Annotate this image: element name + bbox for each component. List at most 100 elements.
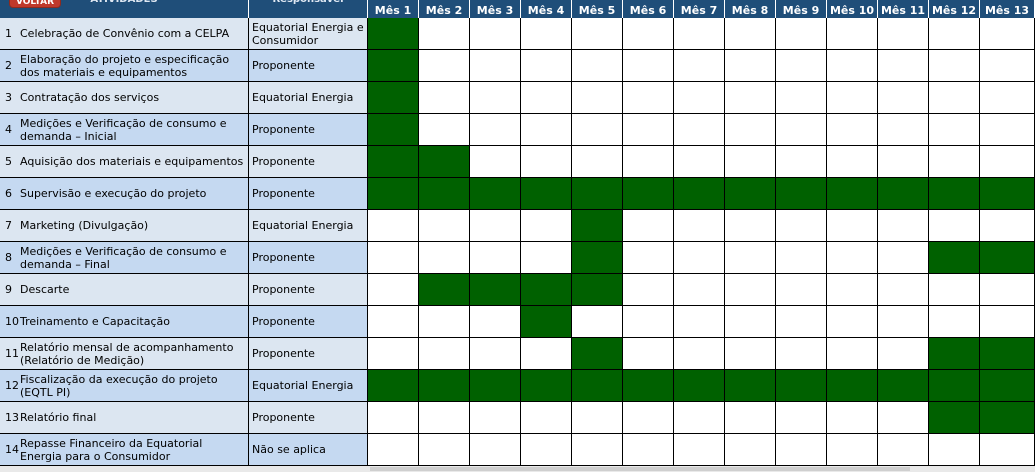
month-cell-empty[interactable] <box>776 18 827 50</box>
month-cell-empty[interactable] <box>572 306 623 338</box>
month-cell-filled[interactable] <box>368 178 419 210</box>
month-cell-empty[interactable] <box>623 242 674 274</box>
month-cell-empty[interactable] <box>980 434 1035 466</box>
month-cell-empty[interactable] <box>470 306 521 338</box>
month-cell-filled[interactable] <box>470 178 521 210</box>
month-cell-filled[interactable] <box>980 242 1035 274</box>
month-cell-empty[interactable] <box>521 402 572 434</box>
month-cell-empty[interactable] <box>521 18 572 50</box>
month-cell-empty[interactable] <box>419 114 470 146</box>
month-cell-empty[interactable] <box>674 434 725 466</box>
month-cell-filled[interactable] <box>521 178 572 210</box>
month-cell-empty[interactable] <box>725 114 776 146</box>
month-cell-empty[interactable] <box>623 114 674 146</box>
month-cell-empty[interactable] <box>623 50 674 82</box>
month-cell-empty[interactable] <box>572 434 623 466</box>
month-cell-filled[interactable] <box>878 370 929 402</box>
month-cell-empty[interactable] <box>827 274 878 306</box>
month-cell-empty[interactable] <box>929 274 980 306</box>
month-cell-empty[interactable] <box>929 114 980 146</box>
month-cell-empty[interactable] <box>623 82 674 114</box>
month-cell-empty[interactable] <box>929 306 980 338</box>
month-cell-empty[interactable] <box>674 82 725 114</box>
month-cell-empty[interactable] <box>878 50 929 82</box>
month-cell-empty[interactable] <box>419 242 470 274</box>
month-cell-empty[interactable] <box>776 434 827 466</box>
month-cell-filled[interactable] <box>776 370 827 402</box>
month-cell-empty[interactable] <box>674 402 725 434</box>
month-cell-empty[interactable] <box>827 338 878 370</box>
month-cell-empty[interactable] <box>470 338 521 370</box>
month-cell-filled[interactable] <box>827 370 878 402</box>
month-cell-empty[interactable] <box>776 146 827 178</box>
month-cell-filled[interactable] <box>470 274 521 306</box>
month-cell-empty[interactable] <box>878 434 929 466</box>
month-cell-empty[interactable] <box>470 50 521 82</box>
month-cell-empty[interactable] <box>572 146 623 178</box>
month-cell-empty[interactable] <box>419 434 470 466</box>
month-cell-empty[interactable] <box>572 114 623 146</box>
month-cell-empty[interactable] <box>623 146 674 178</box>
month-cell-empty[interactable] <box>725 242 776 274</box>
month-cell-empty[interactable] <box>521 114 572 146</box>
month-cell-empty[interactable] <box>929 210 980 242</box>
month-cell-filled[interactable] <box>572 338 623 370</box>
month-cell-empty[interactable] <box>368 306 419 338</box>
month-cell-empty[interactable] <box>572 50 623 82</box>
month-cell-empty[interactable] <box>419 50 470 82</box>
month-cell-filled[interactable] <box>368 82 419 114</box>
month-cell-empty[interactable] <box>776 82 827 114</box>
month-cell-empty[interactable] <box>929 82 980 114</box>
month-cell-empty[interactable] <box>521 146 572 178</box>
month-cell-empty[interactable] <box>827 114 878 146</box>
month-cell-empty[interactable] <box>776 242 827 274</box>
month-cell-empty[interactable] <box>929 146 980 178</box>
month-cell-empty[interactable] <box>623 18 674 50</box>
month-cell-empty[interactable] <box>929 434 980 466</box>
month-cell-empty[interactable] <box>419 210 470 242</box>
month-cell-empty[interactable] <box>776 402 827 434</box>
month-cell-filled[interactable] <box>368 370 419 402</box>
month-cell-empty[interactable] <box>878 274 929 306</box>
month-cell-empty[interactable] <box>368 338 419 370</box>
month-cell-filled[interactable] <box>929 242 980 274</box>
month-cell-empty[interactable] <box>572 18 623 50</box>
month-cell-empty[interactable] <box>827 306 878 338</box>
month-cell-empty[interactable] <box>725 146 776 178</box>
month-cell-empty[interactable] <box>776 114 827 146</box>
month-cell-empty[interactable] <box>674 242 725 274</box>
month-cell-empty[interactable] <box>674 146 725 178</box>
month-cell-empty[interactable] <box>470 242 521 274</box>
month-cell-empty[interactable] <box>521 338 572 370</box>
month-cell-filled[interactable] <box>725 370 776 402</box>
month-cell-filled[interactable] <box>980 338 1035 370</box>
month-cell-filled[interactable] <box>368 146 419 178</box>
month-cell-empty[interactable] <box>827 434 878 466</box>
month-cell-empty[interactable] <box>776 210 827 242</box>
month-cell-filled[interactable] <box>572 178 623 210</box>
month-cell-filled[interactable] <box>827 178 878 210</box>
month-cell-empty[interactable] <box>929 18 980 50</box>
month-cell-empty[interactable] <box>419 82 470 114</box>
month-cell-empty[interactable] <box>419 338 470 370</box>
month-cell-empty[interactable] <box>980 210 1035 242</box>
month-cell-empty[interactable] <box>725 82 776 114</box>
month-cell-filled[interactable] <box>878 178 929 210</box>
month-cell-empty[interactable] <box>470 210 521 242</box>
month-cell-empty[interactable] <box>878 114 929 146</box>
month-cell-filled[interactable] <box>572 242 623 274</box>
month-cell-empty[interactable] <box>878 210 929 242</box>
month-cell-empty[interactable] <box>725 306 776 338</box>
month-cell-empty[interactable] <box>674 338 725 370</box>
month-cell-filled[interactable] <box>980 402 1035 434</box>
month-cell-empty[interactable] <box>827 50 878 82</box>
month-cell-empty[interactable] <box>725 18 776 50</box>
month-cell-empty[interactable] <box>827 242 878 274</box>
month-cell-empty[interactable] <box>623 210 674 242</box>
month-cell-empty[interactable] <box>827 146 878 178</box>
month-cell-filled[interactable] <box>521 306 572 338</box>
month-cell-empty[interactable] <box>878 82 929 114</box>
month-cell-filled[interactable] <box>419 274 470 306</box>
month-cell-empty[interactable] <box>725 338 776 370</box>
month-cell-empty[interactable] <box>368 434 419 466</box>
